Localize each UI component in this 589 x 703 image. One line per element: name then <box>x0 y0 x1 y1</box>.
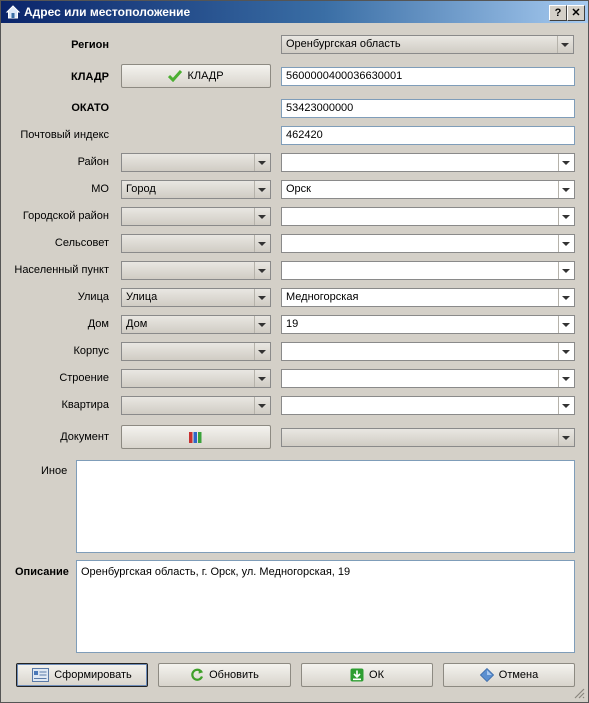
house-value: 19 <box>286 318 299 330</box>
mo-type-value: Город <box>126 183 156 195</box>
row-label-street: Улица <box>77 291 109 303</box>
kladr-code-field[interactable]: 5600000400036630001 <box>281 67 575 86</box>
chevron-down-icon <box>558 370 574 387</box>
chevron-down-icon <box>254 262 270 279</box>
postal-field[interactable]: 462420 <box>281 126 575 145</box>
chevron-down-icon <box>254 235 270 252</box>
village-council-type-select[interactable] <box>121 234 271 253</box>
close-button[interactable]: ✕ <box>567 5 585 21</box>
help-button[interactable]: ? <box>549 5 567 21</box>
chevron-down-icon <box>558 289 574 306</box>
form-button-label: Сформировать <box>54 669 132 681</box>
form-icon <box>32 668 50 682</box>
region-label: Регион <box>71 39 109 51</box>
ok-button[interactable]: ОК <box>301 663 433 687</box>
building-value-select[interactable] <box>281 342 575 361</box>
settlement-type-select[interactable] <box>121 261 271 280</box>
chevron-down-icon <box>558 181 574 198</box>
okato-field[interactable]: 53423000000 <box>281 99 575 118</box>
row-label-apartment: Квартира <box>61 399 109 411</box>
mo-type-select[interactable]: Город <box>121 180 271 199</box>
row-label-mo: МО <box>91 183 109 195</box>
district-type-select[interactable] <box>121 153 271 172</box>
chevron-down-icon <box>558 343 574 360</box>
chevron-down-icon <box>557 36 573 53</box>
kladr-label: КЛАДР <box>71 71 109 83</box>
other-textarea[interactable] <box>76 460 575 553</box>
row-label-settlement: Населенный пункт <box>14 264 109 276</box>
chevron-down-icon <box>558 208 574 225</box>
district-value-select[interactable] <box>281 153 575 172</box>
description-label: Описание <box>15 566 69 578</box>
house-value-select[interactable]: 19 <box>281 315 575 334</box>
house-type-value: Дом <box>126 318 148 330</box>
cancel-button[interactable]: Отмена <box>443 663 575 687</box>
structure-type-select[interactable] <box>121 369 271 388</box>
chevron-down-icon <box>254 343 270 360</box>
mo-value-select[interactable]: Орск <box>281 180 575 199</box>
title-bar[interactable]: Адрес или местоположение ? ✕ <box>1 1 588 23</box>
cancel-button-label: Отмена <box>498 669 539 681</box>
street-value: Медногорская <box>286 291 359 303</box>
kladr-button-label: КЛАДР <box>187 70 224 82</box>
chevron-down-icon <box>254 289 270 306</box>
row-label-district: Район <box>77 156 109 168</box>
chevron-down-icon <box>558 235 574 252</box>
apartment-value-select[interactable] <box>281 396 575 415</box>
region-select[interactable]: Оренбургская область <box>281 35 574 54</box>
postal-label: Почтовый индекс <box>20 129 109 141</box>
chevron-down-icon <box>558 316 574 333</box>
dialog-window: Адрес или местоположение ? ✕ Регион Орен… <box>0 0 589 703</box>
document-button[interactable] <box>121 425 271 449</box>
village-council-value-select[interactable] <box>281 234 575 253</box>
row-label-city-district: Городской район <box>22 210 109 222</box>
chevron-down-icon <box>558 154 574 171</box>
document-label: Документ <box>60 431 109 443</box>
region-value: Оренбургская область <box>286 38 401 50</box>
refresh-button[interactable]: Обновить <box>158 663 291 687</box>
building-type-select[interactable] <box>121 342 271 361</box>
settlement-value-select[interactable] <box>281 261 575 280</box>
other-label: Иное <box>41 465 68 477</box>
house-icon <box>5 5 21 19</box>
chevron-down-icon <box>254 181 270 198</box>
row-label-house: Дом <box>87 318 109 330</box>
refresh-button-label: Обновить <box>209 669 259 681</box>
chevron-down-icon <box>254 370 270 387</box>
house-type-select[interactable]: Дом <box>121 315 271 334</box>
mo-value: Орск <box>286 183 311 195</box>
row-label-village-council: Сельсовет <box>54 237 109 249</box>
okato-label: ОКАТО <box>71 102 109 114</box>
chevron-down-icon <box>254 154 270 171</box>
street-value-select[interactable]: Медногорская <box>281 288 575 307</box>
city-district-type-select[interactable] <box>121 207 271 226</box>
apartment-type-select[interactable] <box>121 396 271 415</box>
structure-value-select[interactable] <box>281 369 575 388</box>
checkmark-icon <box>168 70 183 82</box>
kladr-button[interactable]: КЛАДР <box>121 64 271 88</box>
refresh-icon <box>191 668 204 681</box>
street-type-value: Улица <box>126 291 158 303</box>
chevron-down-icon <box>558 397 574 414</box>
binders-icon <box>189 431 202 443</box>
row-label-building: Корпус <box>73 345 109 357</box>
chevron-down-icon <box>254 397 270 414</box>
chevron-down-icon <box>558 262 574 279</box>
chevron-down-icon <box>254 208 270 225</box>
city-district-value-select[interactable] <box>281 207 575 226</box>
download-arrow-icon <box>350 668 364 682</box>
street-type-select[interactable]: Улица <box>121 288 271 307</box>
diamond-icon <box>479 668 494 682</box>
row-label-structure: Строение <box>59 372 109 384</box>
resize-grip-icon[interactable] <box>573 687 585 699</box>
chevron-down-icon <box>558 429 574 446</box>
form-button[interactable]: Сформировать <box>16 663 148 687</box>
window-title: Адрес или местоположение <box>24 5 191 19</box>
ok-button-label: ОК <box>369 669 384 681</box>
chevron-down-icon <box>254 316 270 333</box>
description-textarea[interactable]: Оренбургская область, г. Орск, ул. Медно… <box>76 560 575 653</box>
document-select[interactable] <box>281 428 575 447</box>
